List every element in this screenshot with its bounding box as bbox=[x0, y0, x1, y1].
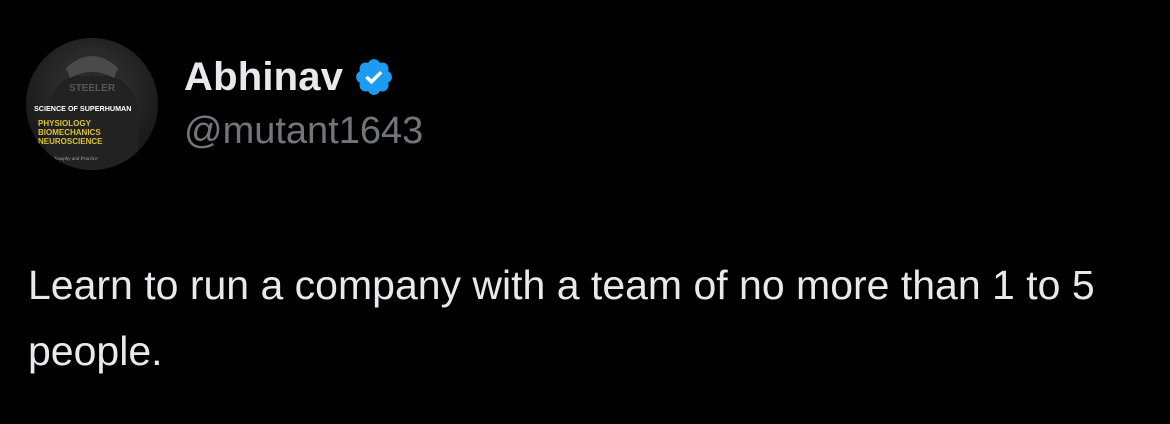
tweet-card: STEELER SCIENCE OF SUPERHUMAN PHYSIOLOGY… bbox=[0, 0, 1170, 424]
author-avatar[interactable]: STEELER SCIENCE OF SUPERHUMAN PHYSIOLOGY… bbox=[26, 38, 158, 170]
avatar-line-3: NEUROSCIENCE bbox=[38, 137, 103, 146]
author-handle[interactable]: @mutant1643 bbox=[184, 108, 423, 154]
author-name-row: Abhinav bbox=[184, 52, 395, 102]
avatar-line-2: BIOMECHANICS bbox=[38, 128, 101, 137]
avatar-banner-text: SCIENCE OF SUPERHUMAN bbox=[34, 104, 131, 113]
avatar-footer-text: Philosophy and Practice bbox=[47, 157, 98, 162]
verified-badge-icon[interactable] bbox=[353, 56, 395, 98]
author-display-name[interactable]: Abhinav bbox=[184, 52, 343, 102]
tweet-text: Learn to run a company with a team of no… bbox=[28, 262, 1095, 374]
avatar-line-1: PHYSIOLOGY bbox=[38, 119, 92, 128]
avatar-top-lettering: STEELER bbox=[69, 83, 116, 94]
avatar-image: STEELER SCIENCE OF SUPERHUMAN PHYSIOLOGY… bbox=[26, 38, 158, 170]
